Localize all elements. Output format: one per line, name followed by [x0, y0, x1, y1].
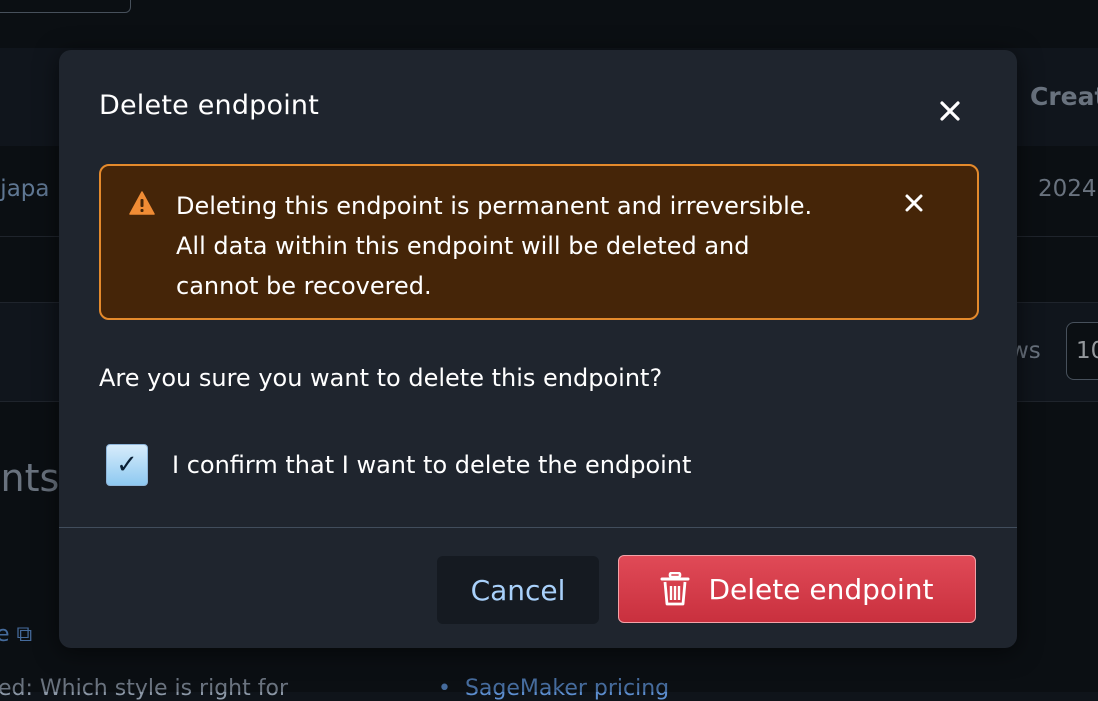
confirm-checkbox-label[interactable]: I confirm that I want to delete the endp… — [172, 451, 691, 479]
confirm-checkbox-row[interactable]: ✓ I confirm that I want to delete the en… — [106, 444, 691, 486]
cancel-button-label: Cancel — [470, 573, 566, 607]
confirm-checkbox[interactable]: ✓ — [106, 444, 148, 486]
modal-title: Delete endpoint — [99, 90, 320, 121]
cancel-button[interactable]: Cancel — [437, 556, 599, 624]
delete-endpoint-modal: Delete endpoint Deleting this endpoint i… — [59, 50, 1017, 648]
close-icon — [905, 194, 923, 212]
warning-alert-message: Deleting this endpoint is permanent and … — [176, 192, 813, 300]
confirmation-question: Are you sure you want to delete this end… — [99, 364, 663, 392]
modal-footer-divider — [59, 527, 1017, 528]
close-icon — [940, 101, 960, 121]
trash-icon — [660, 572, 690, 606]
alert-dismiss-button[interactable] — [899, 188, 929, 218]
warning-alert: Deleting this endpoint is permanent and … — [99, 164, 979, 320]
checkmark-icon: ✓ — [116, 450, 138, 480]
warning-triangle-icon — [129, 191, 155, 215]
delete-button-label: Delete endpoint — [708, 572, 934, 606]
delete-endpoint-button[interactable]: Delete endpoint — [618, 555, 976, 623]
modal-close-button[interactable] — [933, 94, 967, 128]
